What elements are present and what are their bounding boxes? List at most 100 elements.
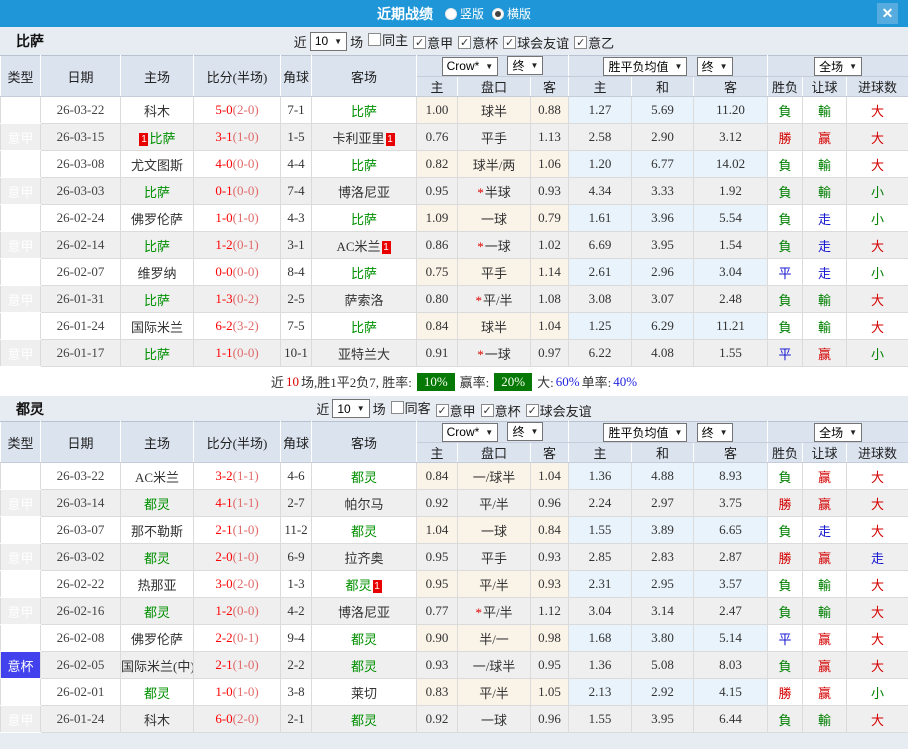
- league-badge: 意甲: [0, 96, 41, 124]
- home-team-name: 那不勒斯: [130, 523, 183, 539]
- match-date: 26-02-14: [40, 231, 121, 259]
- avg-home-odds: 3.04: [568, 597, 633, 625]
- scope-select[interactable]: 全场 ▼: [814, 422, 862, 442]
- match-date: 26-03-15: [40, 123, 121, 151]
- avg-away-odds: 3.04: [693, 258, 769, 286]
- filter-checkbox[interactable]: ✓ 意杯: [458, 33, 498, 52]
- avg-type-select[interactable]: 胜平负均值 ▼: [603, 422, 688, 442]
- summary-text: 大:: [537, 375, 554, 390]
- corner-score: 4-4: [280, 150, 312, 178]
- handicap: 一/球半: [457, 462, 531, 490]
- score: 2-2(0-1): [193, 624, 281, 652]
- handicap-result: 輸: [802, 150, 848, 178]
- scope-select[interactable]: 全场 ▼: [814, 56, 862, 76]
- halftime-score: (0-0): [232, 264, 259, 279]
- match-row: 意甲 26-01-31 比萨 1-3(0-2) 2-5 萨索洛 0.80 *平/半 1.08 3.…: [0, 285, 908, 313]
- filter-checkbox[interactable]: 同客: [390, 398, 431, 417]
- odds-final-select[interactable]: 终 ▼: [507, 56, 544, 76]
- away-odds: 1.12: [529, 597, 570, 625]
- fulltime-score: 1-0: [215, 210, 233, 225]
- away-odds: 0.97: [529, 339, 570, 367]
- avg-final-select[interactable]: 终 ▼: [696, 422, 733, 442]
- scope-group: 全场 ▼: [767, 421, 908, 443]
- near-count-select[interactable]: 10 ▼: [332, 399, 370, 418]
- avg-home-odds: 1.36: [568, 462, 633, 490]
- odds-provider-select[interactable]: Crow* ▼: [441, 56, 499, 76]
- avg-home-odds: 1.55: [568, 516, 633, 544]
- handicap-result: 輸: [802, 570, 848, 598]
- near-label: 近: [316, 402, 330, 417]
- away-team: 帕尔马: [311, 489, 417, 517]
- league-badge: 意甲: [0, 204, 41, 232]
- win-lose-result: 負: [767, 177, 804, 205]
- corner-score: 11-2: [280, 516, 312, 544]
- odds-final-select[interactable]: 终 ▼: [507, 422, 544, 442]
- handicap-text: 平/半: [482, 604, 513, 620]
- avg-draw-odds: 4.08: [631, 339, 695, 367]
- filter-checkbox[interactable]: ✓ 意乙: [574, 33, 614, 52]
- handicap-result: 走: [802, 516, 848, 544]
- handicap-text: 平/半: [479, 577, 509, 593]
- checkbox-icon: ✓: [413, 36, 427, 49]
- score: 1-1(0-0): [193, 339, 281, 367]
- halftime-score: (0-1): [232, 237, 259, 252]
- corner-score: 7-4: [280, 177, 312, 205]
- avg-final-select[interactable]: 终 ▼: [696, 56, 733, 76]
- col-avg-home: 主: [568, 442, 633, 463]
- close-button[interactable]: ✕: [877, 3, 898, 24]
- away-odds: 1.14: [529, 258, 570, 286]
- away-team-name: 博洛尼亚: [337, 604, 390, 620]
- league-badge: 意甲: [0, 705, 41, 733]
- league-badge: 意甲: [0, 177, 41, 205]
- away-team-name: 都灵: [350, 469, 377, 485]
- match-row: 意甲 26-02-14 比萨 1-2(0-1) 3-1 AC米兰 1 0.86 *一球 1.02 6…: [0, 231, 908, 259]
- match-row: 意甲 26-02-22 热那亚 3-0(2-0) 1-3 都灵 1 0.95 平/半 0.93 2.…: [0, 570, 908, 598]
- avg-type-select[interactable]: 胜平负均值 ▼: [603, 56, 688, 76]
- halftime-score: (0-0): [232, 345, 259, 360]
- layout-radio-vertical[interactable]: 竖版: [444, 5, 484, 22]
- avg-home-odds: 2.61: [568, 258, 633, 286]
- handicap-text: 平手: [480, 130, 507, 146]
- radio-horizontal-label: 横版: [507, 7, 532, 21]
- col-avg-draw: 和: [631, 442, 695, 463]
- near-count-select[interactable]: 10 ▼: [309, 31, 348, 51]
- avg-home-odds: 1.25: [568, 312, 633, 340]
- avg-away-odds: 5.54: [693, 204, 769, 232]
- filter-checkbox[interactable]: ✓ 意甲: [413, 33, 453, 52]
- match-row: 意甲 26-02-16 都灵 1-2(0-0) 4-2 博洛尼亚 0.77 *平/半 1.12 3…: [0, 597, 908, 625]
- away-team-name: 帕尔马: [344, 496, 384, 512]
- star-marker: *: [475, 604, 482, 620]
- filter-checkbox[interactable]: ✓ 球会友谊: [503, 33, 569, 52]
- goals-result: 大: [846, 651, 908, 679]
- checkbox-label: 同客: [404, 400, 431, 416]
- filter-checkbox[interactable]: 同主: [368, 30, 408, 49]
- league-badge: 意甲: [0, 462, 41, 490]
- score: 2-0(1-0): [193, 543, 281, 571]
- home-team: 科木: [120, 96, 194, 124]
- away-odds: 1.08: [529, 285, 570, 313]
- filter-checkbox[interactable]: ✓ 意杯: [480, 401, 521, 420]
- avg-away-odds: 14.02: [693, 150, 769, 178]
- avg-away-odds: 8.93: [693, 462, 769, 490]
- pisa-filter-checkboxes: 同主 ✓ 意甲 ✓ 意杯 ✓ 球会友谊 ✓ 意乙: [363, 30, 614, 52]
- section-pisa-header: 比萨 近 10 ▼ 场 同主 ✓ 意甲 ✓ 意杯 ✓ 球会友谊 ✓ 意乙: [0, 27, 908, 55]
- layout-radio-horizontal[interactable]: 横版: [492, 5, 531, 22]
- away-odds: 0.88: [529, 96, 570, 124]
- match-row: 意甲 26-03-08 尤文图斯 4-0(0-0) 4-4 比萨 0.82 球半/两 1.06 1…: [0, 150, 908, 178]
- filter-checkbox[interactable]: ✓ 意甲: [435, 401, 476, 420]
- odds-provider-select[interactable]: Crow* ▼: [441, 422, 499, 442]
- win-lose-result: 負: [767, 705, 804, 733]
- score: 3-2(1-1): [193, 462, 281, 490]
- handicap: *平/半: [457, 597, 531, 625]
- score: 1-2(0-1): [193, 231, 281, 259]
- win-lose-result: 負: [767, 597, 804, 625]
- away-team: 比萨: [311, 96, 417, 124]
- handicap: 一/球半: [457, 651, 531, 679]
- halftime-score: (0-0): [232, 183, 259, 198]
- away-team-name: 比萨: [350, 265, 377, 281]
- away-odds: 0.98: [529, 624, 570, 652]
- match-row: 意甲 26-03-22 AC米兰 3-2(1-1) 4-6 都灵 0.84 一/球半 1.04 1…: [0, 462, 908, 490]
- filter-checkbox[interactable]: ✓ 球会友谊: [525, 401, 592, 420]
- goals-result: 大: [846, 462, 908, 490]
- home-odds: 0.93: [416, 651, 458, 679]
